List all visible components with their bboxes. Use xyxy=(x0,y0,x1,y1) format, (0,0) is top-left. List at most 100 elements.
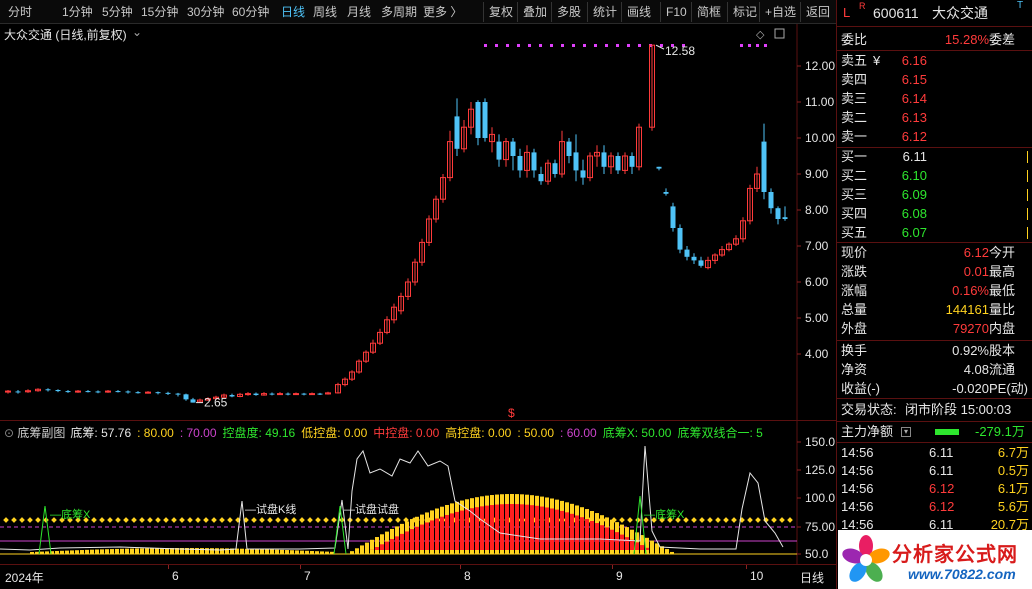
chip-bar xyxy=(275,549,279,554)
date-label-4: 9 xyxy=(616,569,623,583)
period-tab-6[interactable]: 日线 xyxy=(281,4,305,20)
tool-button-6[interactable]: 简框 xyxy=(697,4,721,20)
bid-volume-tick xyxy=(1027,170,1028,182)
indicator-item-8: : 60.00 xyxy=(560,426,597,440)
tool-button-3[interactable]: 统计 xyxy=(593,4,617,20)
candle-body-down xyxy=(691,256,697,261)
dropdown-icon[interactable]: ▾ xyxy=(901,427,911,437)
chip-bar-red xyxy=(545,507,549,550)
main-flow-row[interactable]: 主力净额 ▾ -279.1万 xyxy=(837,423,1032,441)
divider xyxy=(837,50,1032,51)
level-80-diamond xyxy=(203,517,209,523)
indicator-tick-label: 75.00 xyxy=(805,520,835,534)
tick-volume: 0.5万 xyxy=(997,463,1029,478)
chip-bar-red xyxy=(450,513,454,550)
status-row: 交易状态: 闭市阶段 15:00:03 xyxy=(837,401,1032,419)
stat-row-6-value: 4.08 xyxy=(963,362,989,377)
chip-bar-red xyxy=(615,532,619,550)
stat-row-4-label: 外盘 xyxy=(841,321,868,336)
chip-bar xyxy=(285,550,289,554)
chip-bar xyxy=(330,551,334,554)
indicator-item-7: : 50.00 xyxy=(517,426,555,440)
level-80-diamond xyxy=(731,517,737,523)
stock-chart-window: 分时 1分钟 5分钟 15分钟 30分钟 60分钟 日线 周线 月线 多周期 更多 〉复权 叠加 多股统… xyxy=(0,0,1032,589)
period-tab-9[interactable]: 多周期 xyxy=(381,4,417,20)
level-80-diamond xyxy=(99,517,105,523)
level-80-diamond xyxy=(259,517,265,523)
chip-bar-red xyxy=(485,505,489,550)
chip-bar xyxy=(350,551,354,554)
window-icon xyxy=(774,28,785,39)
chip-bar xyxy=(305,550,309,554)
candle-body-down xyxy=(782,217,788,219)
tool-button-0[interactable]: 复权 xyxy=(489,4,513,20)
tool-button-5[interactable]: F10 xyxy=(666,4,687,20)
tool-button-8[interactable]: +自选 xyxy=(765,4,796,20)
candle-body-down xyxy=(601,152,607,167)
chip-bar xyxy=(80,550,84,554)
candle-body-down xyxy=(517,156,523,171)
ask-row-3-value: 6.13 xyxy=(901,110,927,125)
tool-button-9[interactable]: 返回 xyxy=(806,4,830,20)
chip-bar xyxy=(315,551,319,554)
chip-bar xyxy=(135,548,139,554)
candle-body-down xyxy=(482,102,488,138)
weibi-row-value: 15.28% xyxy=(944,32,989,47)
indicator-item-5: 中控盘: 0.00 xyxy=(373,426,440,440)
chip-bar xyxy=(295,550,299,554)
chip-bar-red xyxy=(580,517,584,550)
period-tab-1[interactable]: 1分钟 xyxy=(62,4,93,20)
stat-row-0-right-label: 今开 xyxy=(989,245,1016,260)
low-price-label: 2.65 xyxy=(204,396,228,410)
chip-bar-red xyxy=(510,504,514,550)
stat-row-2-value: 0.16% xyxy=(952,283,989,298)
level-80-diamond xyxy=(619,517,625,523)
tool-button-4[interactable]: 画线 xyxy=(627,4,651,20)
indicator-annotation: —试盘试盘 xyxy=(344,502,399,516)
period-tab-7[interactable]: 周线 xyxy=(313,4,337,20)
chip-bar xyxy=(75,550,79,554)
chip-bar xyxy=(125,548,129,554)
tick-price: 6.12 xyxy=(929,481,955,496)
indicator-plot: 150.0 125.0 100.0 75.00 50.0 —底筹X —试盘K线 —试盘试盘 —底… xyxy=(0,421,835,565)
chip-bar xyxy=(205,548,209,554)
toolbar-separator xyxy=(800,2,801,22)
logo-url[interactable]: www.70822.com xyxy=(908,566,1016,582)
period-tab-8[interactable]: 月线 xyxy=(347,4,371,20)
main-kline-chart[interactable]: 大众交通 (日线,前复权) ⌄ 12.00 11.00 10.00 9.00 8.00 7… xyxy=(0,24,836,420)
period-tab-2[interactable]: 5分钟 xyxy=(102,4,133,20)
period-tab-3[interactable]: 15分钟 xyxy=(141,4,178,20)
indicator-subchart[interactable]: 150.0 125.0 100.0 75.00 50.0 —底筹X —试盘K线 —试盘试盘 —底… xyxy=(0,420,836,565)
chip-bar-red xyxy=(540,506,544,550)
level-80-diamond xyxy=(323,517,329,523)
signal-dot xyxy=(740,44,743,47)
candle-body-down xyxy=(269,393,275,395)
chip-bar-red xyxy=(585,519,589,550)
chip-bar-red xyxy=(475,507,479,550)
indicator-annotation: —试盘K线 xyxy=(245,502,296,516)
main-flow-value: -279.1万 xyxy=(975,424,1025,439)
period-tab-4[interactable]: 30分钟 xyxy=(187,4,224,20)
tool-button-7[interactable]: 标记 xyxy=(733,4,757,20)
candle-body-down xyxy=(115,391,121,393)
tool-button-1[interactable]: 叠加 xyxy=(523,4,547,20)
candle-body-down xyxy=(573,152,579,171)
indicator-item-2: : 70.00 xyxy=(179,426,217,440)
level-80-diamond xyxy=(755,517,761,523)
stat-row-5-value: 0.92% xyxy=(952,343,989,358)
stat-row-3-value: 144161 xyxy=(945,302,989,317)
period-tab-0[interactable]: 分时 xyxy=(8,4,32,20)
date-tick xyxy=(746,565,747,569)
diamond-icon: ◇ xyxy=(756,29,765,41)
bid-row-0-label: 买一 xyxy=(841,149,868,164)
period-tab-10[interactable]: 更多 〉 xyxy=(423,4,462,20)
period-tab-5[interactable]: 60分钟 xyxy=(232,4,269,20)
signal-dot xyxy=(627,44,630,47)
period-label[interactable]: 日线 xyxy=(800,569,824,586)
level-80-diamond xyxy=(163,517,169,523)
tool-button-2[interactable]: 多股 xyxy=(557,4,581,20)
tag-t: T xyxy=(1017,0,1024,11)
date-tick xyxy=(168,565,169,569)
chip-bar-red xyxy=(635,542,639,550)
level-80-diamond xyxy=(363,517,369,523)
